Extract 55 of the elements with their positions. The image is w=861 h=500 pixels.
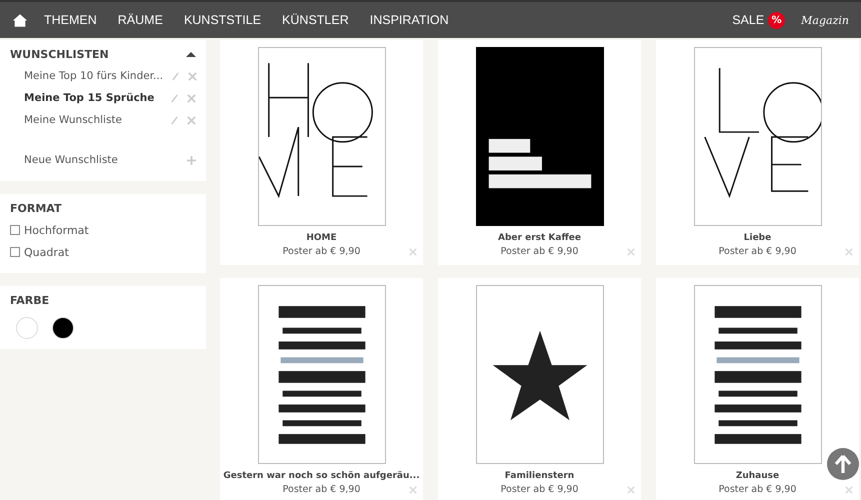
product-card[interactable]: Aber erst Kaffee Poster ab € 9,90 (438, 40, 641, 265)
product-card[interactable]: Gestern war noch so schön aufgeräu... Poster ab € 9,90 (220, 278, 423, 500)
nav-link[interactable]: THEMEN (44, 13, 97, 27)
nav-link[interactable]: INSPIRATION (370, 13, 449, 27)
pencil-icon[interactable] (170, 116, 179, 124)
remove-icon[interactable] (627, 486, 635, 494)
checkbox[interactable] (10, 225, 20, 235)
panel-title: FARBE (10, 294, 50, 307)
pencil-icon[interactable] (170, 94, 179, 102)
arrow-up-icon (833, 454, 853, 474)
product-price: Poster ab € 9,90 (500, 484, 578, 495)
product-price: Poster ab € 9,90 (500, 246, 578, 257)
product-price: Poster ab € 9,90 (282, 246, 360, 257)
remove-icon[interactable] (409, 486, 417, 494)
new-wishlist-link[interactable]: Neue Wunschliste (24, 154, 179, 166)
product-card[interactable]: Zuhause Poster ab € 9,90 (656, 278, 859, 500)
checkbox-label: Hochformat (24, 224, 89, 236)
product-card[interactable]: HOME Poster ab € 9,90 (220, 40, 423, 265)
remove-icon[interactable] (845, 248, 853, 256)
wishlist-item[interactable]: Meine Top 15 Sprüche (24, 92, 162, 104)
close-icon[interactable] (187, 116, 196, 124)
panel-title: FORMAT (10, 202, 62, 215)
product-title[interactable]: Aber erst Kaffee (498, 233, 581, 243)
close-icon[interactable] (188, 72, 198, 80)
collapse-caret-icon[interactable] (186, 52, 196, 57)
remove-icon[interactable] (409, 248, 417, 256)
remove-icon[interactable] (845, 486, 853, 494)
product-title[interactable]: HOME (306, 233, 337, 243)
checkbox-label: Quadrat (24, 246, 69, 258)
product-card[interactable]: Liebe Poster ab € 9,90 (656, 40, 859, 265)
nav-link[interactable]: KUNSTSTILE (184, 13, 262, 27)
color-swatch[interactable] (52, 317, 74, 339)
magazine-link[interactable]: Magazin (801, 14, 849, 26)
sale-badge: % (768, 12, 786, 28)
panel-title: WUNSCHLISTEN (10, 48, 109, 61)
product-title[interactable]: Familienstern (504, 471, 574, 481)
home-icon[interactable] (12, 12, 28, 28)
product-price: Poster ab € 9,90 (718, 484, 796, 495)
remove-icon[interactable] (627, 248, 635, 256)
pencil-icon[interactable] (171, 72, 180, 80)
product-card[interactable]: Familienstern Poster ab € 9,90 (438, 278, 641, 500)
wishlist-item[interactable]: Meine Top 10 fürs Kinder... (24, 70, 164, 82)
sale-link[interactable]: SALE (732, 13, 764, 27)
color-swatch[interactable] (16, 317, 38, 339)
product-title[interactable]: Gestern war noch so schön aufgeräu... (223, 471, 420, 481)
close-icon[interactable] (187, 94, 196, 102)
product-title[interactable]: Liebe (744, 233, 772, 243)
checkbox[interactable] (10, 247, 20, 257)
product-title[interactable]: Zuhause (736, 471, 780, 481)
plus-icon[interactable] (187, 156, 196, 164)
wishlist-item[interactable]: Meine Wunschliste (24, 114, 162, 126)
nav-link[interactable]: KÜNSTLER (282, 13, 349, 27)
product-price: Poster ab € 9,90 (282, 484, 360, 495)
product-price: Poster ab € 9,90 (718, 246, 796, 257)
nav-link[interactable]: RÄUME (118, 13, 163, 27)
